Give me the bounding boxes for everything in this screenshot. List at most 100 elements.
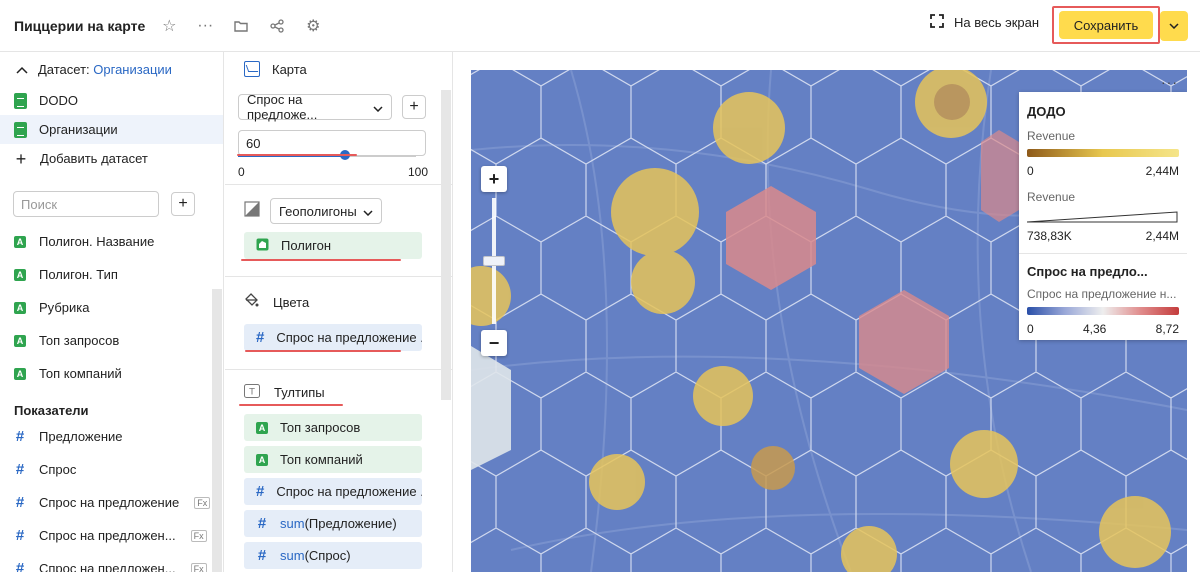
field-label: Топ запросов bbox=[39, 333, 120, 348]
pizzeria-point[interactable] bbox=[713, 92, 785, 164]
measure-item[interactable]: # Предложение bbox=[0, 420, 223, 453]
divider bbox=[225, 276, 452, 277]
zoom-slider-track[interactable] bbox=[483, 198, 505, 324]
field-label: Спрос на предложен... bbox=[39, 561, 176, 572]
field-item[interactable]: A Полигон. Тип bbox=[0, 258, 223, 291]
layer-select[interactable]: Спрос на предложе... bbox=[238, 92, 392, 122]
divider bbox=[225, 184, 452, 185]
left-scrollbar[interactable] bbox=[212, 289, 222, 572]
dataset-item-organizations[interactable]: Организации bbox=[0, 115, 223, 144]
measure-item[interactable]: # Спрос bbox=[0, 453, 223, 486]
more-icon[interactable]: ··· bbox=[193, 14, 217, 38]
section-label: Цвета bbox=[273, 294, 310, 310]
formula-icon: Fx bbox=[190, 562, 207, 572]
star-icon[interactable]: ☆ bbox=[157, 14, 181, 38]
pizzeria-point[interactable] bbox=[1099, 496, 1171, 568]
add-dataset-label: Добавить датасет bbox=[40, 151, 148, 166]
add-field-button[interactable]: + bbox=[171, 192, 195, 216]
fullscreen-button[interactable]: На весь экран bbox=[930, 14, 1039, 31]
measure-type-icon: # bbox=[256, 329, 265, 346]
dataset-link[interactable]: Организации bbox=[93, 62, 172, 77]
gear-icon[interactable]: ⚙ bbox=[301, 14, 325, 38]
slider-range: 0 100 bbox=[238, 165, 428, 179]
geo-select[interactable]: Геополигоны bbox=[270, 198, 382, 224]
dataset-panel: Датасет: Организации DODO Организации + … bbox=[0, 52, 224, 572]
more-icon[interactable]: ··· bbox=[1161, 74, 1178, 90]
field-label: Полигон. Название bbox=[39, 234, 155, 249]
legend-spros-gradient bbox=[1027, 307, 1179, 315]
save-button[interactable]: Сохранить bbox=[1059, 11, 1153, 39]
field-label: Топ компаний bbox=[39, 366, 122, 381]
field-item[interactable]: A Полигон. Название bbox=[0, 225, 223, 258]
legend-size-wedge bbox=[1026, 211, 1178, 223]
fullscreen-label: На весь экран bbox=[954, 15, 1040, 30]
tooltip-chip[interactable]: A Топ запросов bbox=[244, 414, 422, 441]
pizzeria-point[interactable] bbox=[751, 446, 795, 490]
folder-icon[interactable] bbox=[229, 14, 253, 38]
zoom-controls: + − bbox=[481, 166, 507, 356]
add-layer-button[interactable]: + bbox=[402, 95, 426, 119]
measure-item[interactable]: # Спрос на предложение Fx bbox=[0, 486, 223, 519]
pizzeria-point[interactable] bbox=[589, 454, 645, 510]
colors-chip[interactable]: # Спрос на предложение ... bbox=[244, 324, 422, 351]
field-item[interactable]: A Топ запросов bbox=[0, 324, 223, 357]
share-icon[interactable] bbox=[265, 14, 289, 38]
pizzeria-point[interactable] bbox=[950, 430, 1018, 498]
add-dataset-button[interactable]: + Добавить датасет bbox=[0, 144, 223, 173]
legend-color-scale: 0 2,44M bbox=[1027, 164, 1179, 178]
visualization-panel: Карта Спрос на предложе... + 60 0 100 Ге… bbox=[225, 52, 453, 572]
measure-type-icon: # bbox=[257, 515, 267, 532]
tooltip-chip[interactable]: # sum(Спрос) bbox=[244, 542, 422, 569]
tooltip-chip[interactable]: A Топ компаний bbox=[244, 446, 422, 473]
tooltip-chip[interactable]: # sum(Предложение) bbox=[244, 510, 422, 537]
dimension-list: A Полигон. Название A Полигон. Тип A Рубрик… bbox=[0, 225, 223, 390]
zoom-slider-thumb[interactable] bbox=[483, 256, 505, 266]
legend-spros-scale: 0 4,36 8,72 bbox=[1027, 322, 1179, 336]
zoom-in-button[interactable]: + bbox=[481, 166, 507, 192]
measure-item[interactable]: # Спрос на предложен... Fx bbox=[0, 519, 223, 552]
save-options-button[interactable] bbox=[1160, 11, 1188, 41]
annotation-underline bbox=[245, 350, 401, 352]
legend-color-gradient bbox=[1027, 149, 1179, 157]
hot-polygon[interactable] bbox=[981, 130, 1019, 222]
field-item[interactable]: A Рубрика bbox=[0, 291, 223, 324]
pizzeria-point[interactable] bbox=[631, 250, 695, 314]
dimension-type-icon: A bbox=[14, 301, 26, 314]
slider-min: 0 bbox=[238, 165, 245, 179]
save-highlight: Сохранить bbox=[1052, 6, 1160, 44]
zoom-out-button[interactable]: − bbox=[481, 330, 507, 356]
pizzeria-point[interactable] bbox=[934, 84, 970, 120]
dataset-item-label: Организации bbox=[39, 122, 118, 137]
polygon-type-icon bbox=[244, 201, 260, 220]
search-input[interactable]: Поиск bbox=[13, 191, 159, 217]
paint-bucket-icon bbox=[244, 293, 259, 311]
tooltips-section: T Тултипы bbox=[244, 384, 325, 401]
dataset-item-dodo[interactable]: DODO bbox=[0, 86, 223, 115]
legend-spros-label: Спрос на предложение н... bbox=[1027, 287, 1177, 301]
dimension-type-icon: A bbox=[256, 421, 268, 434]
legend-divider bbox=[1019, 253, 1187, 254]
map-view[interactable]: + − ··· ДОДО Revenue 0 2,44M Revenue 738… bbox=[471, 70, 1187, 572]
chevron-down-icon bbox=[1169, 21, 1179, 32]
chevron-up-icon[interactable] bbox=[16, 62, 28, 77]
measure-item[interactable]: # Спрос на предложен... Fx bbox=[0, 552, 223, 572]
mid-scrollbar[interactable] bbox=[441, 90, 451, 400]
chip-label: Топ компаний bbox=[280, 452, 363, 467]
measure-type-icon: # bbox=[15, 527, 25, 544]
fullscreen-icon bbox=[930, 14, 944, 31]
dimension-type-icon: A bbox=[14, 334, 26, 347]
pizzeria-point[interactable] bbox=[611, 168, 699, 256]
dimension-type-icon: A bbox=[256, 453, 268, 466]
field-item[interactable]: A Топ компаний bbox=[0, 357, 223, 390]
viz-type-header[interactable]: Карта bbox=[225, 52, 452, 86]
dataset-header[interactable]: Датасет: Организации bbox=[0, 52, 223, 86]
svg-text:T: T bbox=[248, 388, 255, 398]
tooltip-chip[interactable]: # Спрос на предложение ... bbox=[244, 478, 422, 505]
annotation-underline bbox=[241, 259, 401, 261]
chip-label: Спрос на предложение ... bbox=[276, 484, 422, 499]
polygon-chip[interactable]: Полигон bbox=[244, 232, 422, 259]
measure-type-icon: # bbox=[15, 494, 25, 511]
viz-type-label: Карта bbox=[272, 61, 307, 77]
pizzeria-point[interactable] bbox=[693, 366, 753, 426]
geo-select-value: Геополигоны bbox=[279, 203, 357, 219]
